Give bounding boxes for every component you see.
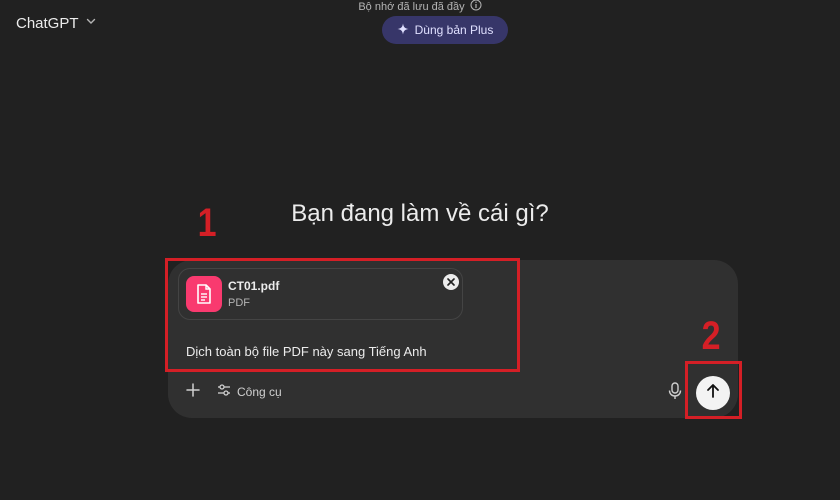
sliders-icon — [217, 383, 231, 402]
page-title: Bạn đang làm về cái gì? — [291, 200, 549, 227]
plus-icon — [186, 382, 200, 402]
microphone-icon — [668, 381, 682, 405]
highlight-box-step-2 — [685, 361, 742, 419]
memory-notice: Bộ nhớ đã lưu đã đầy — [0, 0, 840, 14]
chevron-down-icon — [85, 14, 97, 32]
tools-button[interactable]: Công cụ — [217, 383, 282, 401]
info-icon[interactable] — [470, 0, 482, 16]
tools-label: Công cụ — [237, 385, 282, 399]
highlight-box-step-1 — [165, 258, 520, 372]
memory-notice-text: Bộ nhớ đã lưu đã đầy — [358, 1, 465, 13]
model-name: ChatGPT — [16, 14, 79, 32]
step-number-1: 1 — [197, 201, 217, 245]
model-switcher[interactable]: ChatGPT — [16, 12, 97, 34]
upgrade-plus-label: Dùng bản Plus — [414, 23, 494, 37]
upgrade-plus-button[interactable]: Dùng bản Plus — [382, 16, 508, 44]
step-number-2: 2 — [701, 314, 721, 358]
microphone-button[interactable] — [666, 381, 684, 405]
add-button[interactable] — [184, 382, 202, 402]
sparkle-icon — [397, 23, 409, 38]
